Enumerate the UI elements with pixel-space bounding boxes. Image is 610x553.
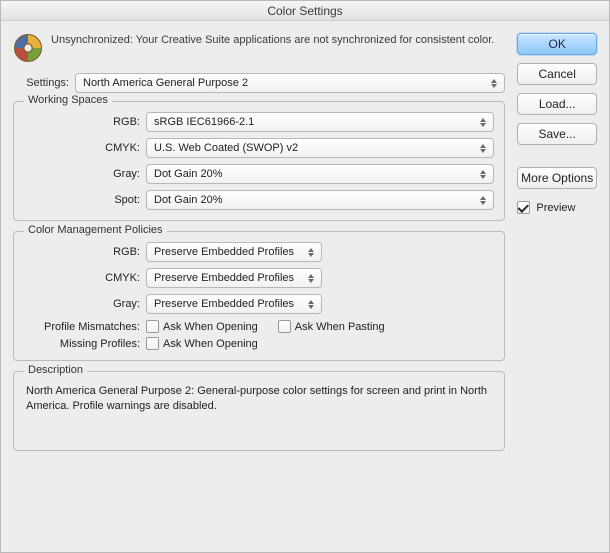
working-spaces-group: Working Spaces RGB: sRGB IEC61966-2.1 CM… <box>13 101 505 221</box>
pol-cmyk-select[interactable]: Preserve Embedded Profiles <box>146 268 322 288</box>
description-legend: Description <box>24 364 87 376</box>
sync-status-text: Unsynchronized: Your Creative Suite appl… <box>51 33 494 48</box>
mismatch-label: Profile Mismatches: <box>24 321 140 333</box>
cancel-button[interactable]: Cancel <box>517 63 597 85</box>
window-title: Color Settings <box>1 1 609 21</box>
more-options-button[interactable]: More Options <box>517 167 597 189</box>
missing-open-text: Ask When Opening <box>163 338 258 350</box>
pol-cmyk-label: CMYK: <box>24 272 140 284</box>
missing-label: Missing Profiles: <box>24 338 140 350</box>
save-button[interactable]: Save... <box>517 123 597 145</box>
working-spaces-legend: Working Spaces <box>24 94 112 106</box>
ws-spot-label: Spot: <box>24 194 140 206</box>
ws-gray-label: Gray: <box>24 168 140 180</box>
mismatch-paste-checkbox[interactable] <box>278 320 291 333</box>
color-wheel-icon <box>13 33 43 63</box>
mismatch-open-checkbox[interactable] <box>146 320 159 333</box>
ok-button[interactable]: OK <box>517 33 597 55</box>
mismatch-paste-text: Ask When Pasting <box>295 321 385 333</box>
missing-open-checkbox[interactable] <box>146 337 159 350</box>
load-button[interactable]: Load... <box>517 93 597 115</box>
ws-spot-select[interactable]: Dot Gain 20% <box>146 190 494 210</box>
color-settings-dialog: Color Settings Unsynchronized: Your Crea… <box>0 0 610 553</box>
settings-select[interactable]: North America General Purpose 2 <box>75 73 505 93</box>
pol-gray-label: Gray: <box>24 298 140 310</box>
ws-cmyk-label: CMYK: <box>24 142 140 154</box>
policies-group: Color Management Policies RGB: Preserve … <box>13 231 505 361</box>
policies-legend: Color Management Policies <box>24 224 167 236</box>
pol-rgb-label: RGB: <box>24 246 140 258</box>
ws-cmyk-select[interactable]: U.S. Web Coated (SWOP) v2 <box>146 138 494 158</box>
ws-gray-select[interactable]: Dot Gain 20% <box>146 164 494 184</box>
preview-checkbox[interactable] <box>517 201 530 214</box>
sync-status-row: Unsynchronized: Your Creative Suite appl… <box>13 33 505 63</box>
settings-label: Settings: <box>13 77 69 89</box>
ws-rgb-label: RGB: <box>24 116 140 128</box>
pol-gray-select[interactable]: Preserve Embedded Profiles <box>146 294 322 314</box>
description-group: Description North America General Purpos… <box>13 371 505 451</box>
preview-label: Preview <box>536 202 575 214</box>
pol-rgb-select[interactable]: Preserve Embedded Profiles <box>146 242 322 262</box>
mismatch-open-text: Ask When Opening <box>163 321 258 333</box>
description-text: North America General Purpose 2: General… <box>24 382 494 440</box>
ws-rgb-select[interactable]: sRGB IEC61966-2.1 <box>146 112 494 132</box>
